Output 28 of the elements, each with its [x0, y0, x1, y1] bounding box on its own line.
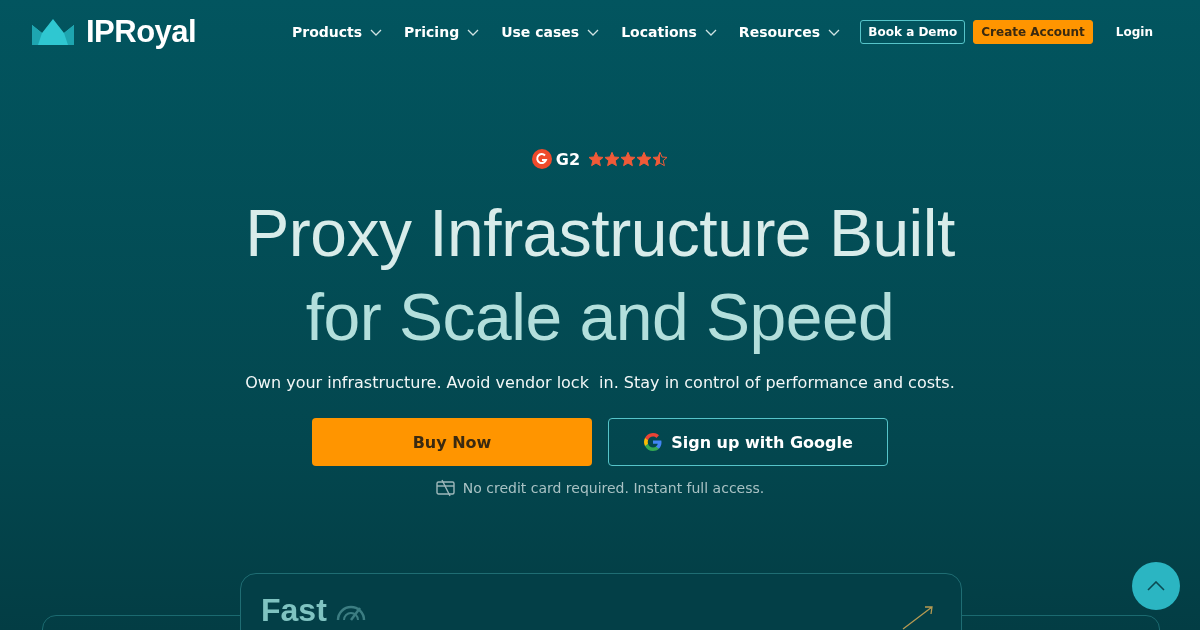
buy-now-button[interactable]: Buy Now: [312, 418, 592, 466]
rating-label: G2: [555, 149, 581, 169]
brand-name[interactable]: IPRoyal: [86, 14, 197, 50]
chevron-down-icon: [704, 28, 717, 36]
nav-menu-item[interactable]: Products: [292, 24, 383, 40]
scroll-to-top-button[interactable]: [1132, 562, 1180, 610]
no-card-icon: [435, 479, 457, 497]
chevron-down-icon: [467, 28, 480, 36]
create-account-button[interactable]: Create Account: [973, 20, 1093, 44]
nav-menu-item[interactable]: Use cases: [501, 24, 600, 40]
nav-menu-item[interactable]: Resources: [738, 24, 841, 40]
trend-arrow-icon: [901, 604, 935, 630]
nav-menu-item[interactable]: Pricing: [404, 24, 480, 40]
chevron-down-icon: [587, 28, 600, 36]
chevron-up-icon: [1147, 581, 1165, 591]
demo-button[interactable]: Book a Demo: [860, 20, 966, 44]
hero-title: Proxy Infrastructure Built for Scale and Speed: [245, 195, 955, 356]
chevron-down-icon: [828, 28, 841, 36]
g2-logo-icon: [531, 149, 552, 169]
hero-subtitle: Own your infrastructure. Avoid vendor lock in. Stay in control of performance and costs.: [245, 373, 955, 392]
login-link[interactable]: Login: [1108, 21, 1160, 43]
nav-menu-item[interactable]: Locations: [621, 24, 717, 40]
chevron-down-icon: [370, 28, 383, 36]
google-logo-icon: [643, 432, 664, 452]
feature-title: Fast: [261, 592, 327, 629]
logo-icon: [32, 19, 74, 45]
google-signup-button[interactable]: Sign up with Google: [608, 418, 888, 466]
note-text: No credit card required. Instant full access.: [462, 480, 765, 496]
